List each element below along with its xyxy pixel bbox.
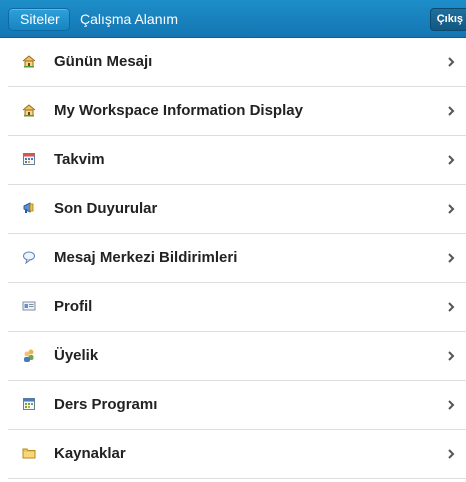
users-icon xyxy=(24,349,34,362)
menu-item-workspace-info[interactable]: My Workspace Information Display xyxy=(8,87,466,136)
chevron-right-icon xyxy=(448,449,455,459)
megaphone-icon xyxy=(23,202,34,213)
menu-item-label: Üyelik xyxy=(54,347,99,364)
menu-item-label: Kaynaklar xyxy=(54,445,126,462)
home-icon xyxy=(22,55,36,68)
chevron-right-icon xyxy=(448,351,455,361)
menu-item-label: Son Duyurular xyxy=(54,200,158,217)
menu-item-son-duyurular[interactable]: Son Duyurular xyxy=(8,185,466,234)
speech-bubble-icon xyxy=(23,251,35,264)
sites-back-button[interactable]: Siteler xyxy=(8,8,70,31)
tool-menu-list: Günün Mesajı My Workspace Information Di… xyxy=(0,38,466,479)
menu-item-mesaj-merkezi[interactable]: Mesaj Merkezi Bildirimleri xyxy=(8,234,466,283)
menu-item-label: Mesaj Merkezi Bildirimleri xyxy=(54,249,238,266)
id-card-icon xyxy=(22,301,36,311)
menu-item-gunun-mesaji[interactable]: Günün Mesajı xyxy=(8,38,466,87)
chevron-right-icon xyxy=(448,204,455,214)
calendar-icon xyxy=(23,153,35,165)
menu-item-label: My Workspace Information Display xyxy=(54,102,303,119)
menu-item-label: Ders Programı xyxy=(54,396,158,413)
menu-item-label: Takvim xyxy=(54,151,105,168)
menu-item-label: Profil xyxy=(54,298,93,315)
chevron-right-icon xyxy=(448,253,455,263)
chevron-right-icon xyxy=(448,57,455,67)
chevron-right-icon xyxy=(448,400,455,410)
page-title: Çalışma Alanım xyxy=(80,11,179,27)
home-icon xyxy=(22,104,36,117)
menu-item-ders-programi[interactable]: Ders Programı xyxy=(8,381,466,430)
chevron-right-icon xyxy=(448,302,455,312)
menu-item-uyelik[interactable]: Üyelik xyxy=(8,332,466,381)
calendar-icon xyxy=(23,398,35,410)
top-bar: Siteler Çalışma Alanım Çıkış xyxy=(0,0,466,38)
menu-item-label: Günün Mesajı xyxy=(54,53,153,70)
menu-item-profil[interactable]: Profil xyxy=(8,283,466,332)
logout-button[interactable]: Çıkış xyxy=(429,8,466,31)
chevron-right-icon xyxy=(448,155,455,165)
menu-item-kaynaklar[interactable]: Kaynaklar xyxy=(8,430,466,479)
folder-icon xyxy=(22,448,36,459)
chevron-right-icon xyxy=(448,106,455,116)
menu-item-takvim[interactable]: Takvim xyxy=(8,136,466,185)
